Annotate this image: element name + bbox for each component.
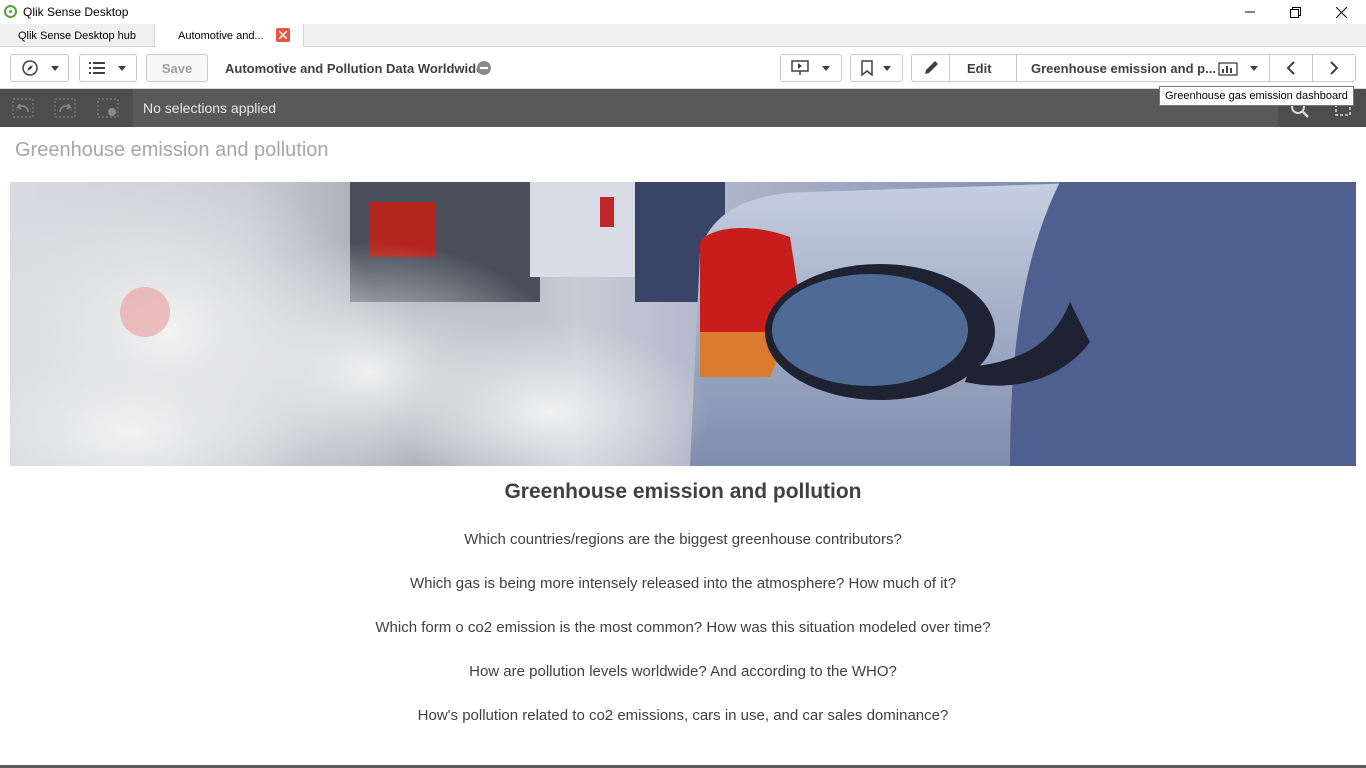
clear-selections-icon[interactable] [97,98,119,118]
navigation-menu-button[interactable] [79,54,137,82]
question-item: How are pollution levels worldwide? And … [469,663,897,680]
minimize-icon [1245,11,1255,13]
question-item: How's pollution related to co2 emissions… [417,707,949,724]
presentation-icon [791,60,809,75]
sheet-tooltip: Greenhouse gas emission dashboard [1159,86,1354,106]
save-button[interactable]: Save [146,54,208,82]
hero-image [10,182,1356,466]
close-icon [1335,6,1347,18]
global-menu-button[interactable] [10,54,69,82]
edit-label: Edit [967,61,992,76]
step-back-icon[interactable] [12,98,34,118]
chevron-down-icon [51,66,59,71]
edit-button[interactable]: Edit [911,54,1017,82]
tab-close-button[interactable] [276,28,290,42]
close-window-button[interactable] [1318,0,1364,24]
app-info-icon[interactable] [477,61,491,75]
pencil-icon [925,61,938,74]
chevron-left-icon [1286,61,1295,75]
chevron-down-icon [1250,66,1258,71]
tab-hub[interactable]: Qlik Sense Desktop hub [0,24,155,47]
app-name: Automotive and Pollution Data Worldwide [225,61,484,76]
storytelling-button[interactable] [780,54,842,82]
compass-icon [22,60,38,76]
question-item: Which form o co2 emission is the most co… [375,619,991,636]
restore-button[interactable] [1272,0,1318,24]
previous-sheet-button[interactable] [1269,54,1313,82]
close-icon [279,31,287,39]
question-item: Which gas is being more intensely releas… [409,575,957,592]
traffic-exhaust-image [10,182,1356,466]
bookmark-icon [861,60,873,76]
sheet-selector[interactable]: Greenhouse emission and p... [1016,54,1270,82]
selection-tools [0,89,133,127]
sheet-thumbnail-icon [1218,62,1238,76]
minimize-button[interactable] [1227,0,1273,24]
chevron-down-icon [883,66,891,71]
selections-status: No selections applied [143,100,277,116]
window-title: Qlik Sense Desktop [23,5,129,19]
question-item: Which countries/regions are the biggest … [464,531,902,548]
bookmarks-button[interactable] [850,54,903,82]
current-sheet-name: Greenhouse emission and p... [1031,61,1216,76]
qlik-app-icon [4,5,17,18]
sheet-title: Greenhouse emission and pollution [15,139,329,161]
chevron-down-icon [822,66,830,71]
window-title-bar: Qlik Sense Desktop [0,0,1366,24]
qlik-toolbar: Save Automotive and Pollution Data World… [0,47,1366,89]
chevron-right-icon [1330,61,1339,75]
restore-icon [1289,6,1301,18]
tab-strip: Qlik Sense Desktop hub Automotive and... [0,24,1366,48]
chevron-down-icon [118,66,126,71]
list-icon [89,62,105,74]
sheet-heading: Greenhouse emission and pollution [504,480,862,503]
next-sheet-button[interactable] [1312,54,1356,82]
step-forward-icon[interactable] [54,98,76,118]
